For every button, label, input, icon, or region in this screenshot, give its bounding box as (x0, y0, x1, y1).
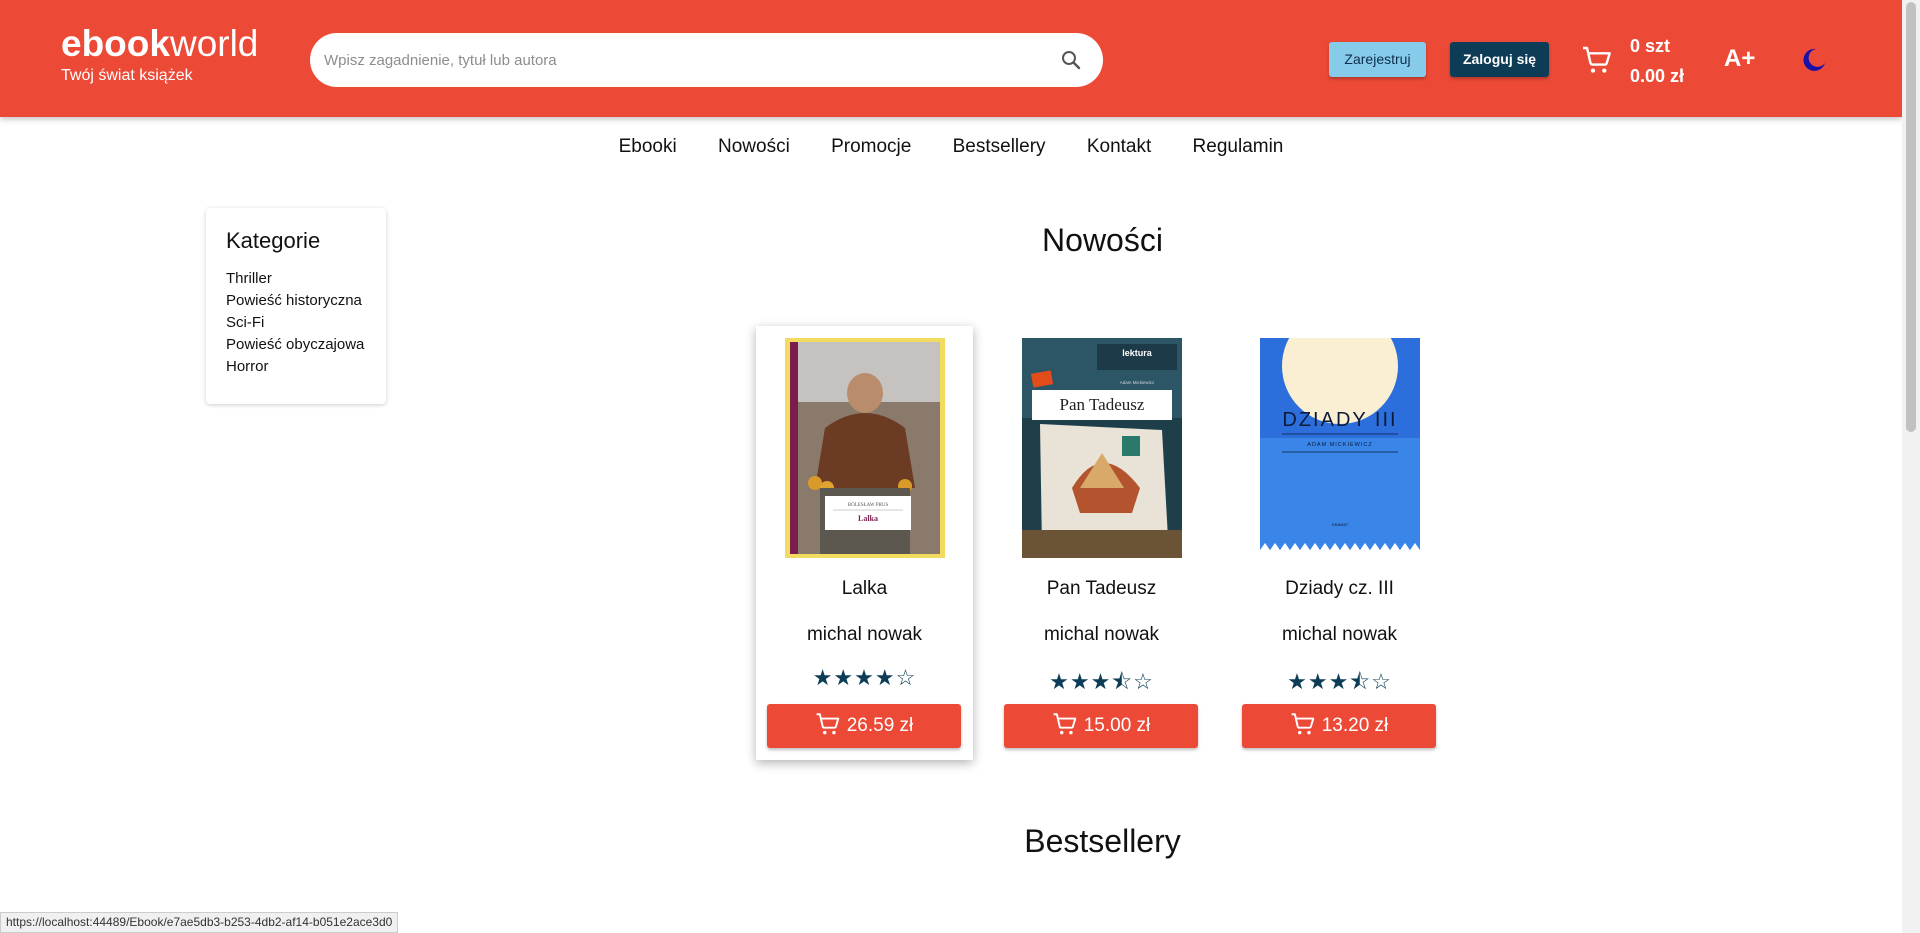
nav-item-regulamin[interactable]: Regulamin (1193, 136, 1284, 158)
section-title-bestsellers: Bestsellery (1024, 823, 1181, 859)
page: ebookworld Twój świat książek Zarejestru… (0, 0, 1920, 933)
cart-icon (1053, 713, 1076, 735)
search-bar (310, 33, 1103, 87)
status-bar-url: https://localhost:44489/Ebook/e7ae5db3-b… (0, 912, 399, 933)
book-cover-pan-tadeusz[interactable]: lektura Adam Mickiewicz Pan Tadeusz (1022, 338, 1182, 558)
svg-text:ADAM MICKIEWICZ: ADAM MICKIEWICZ (1307, 442, 1372, 448)
nav-item-bestsellery[interactable]: Bestsellery (953, 136, 1046, 158)
book-card[interactable]: lektura Adam Mickiewicz Pan Tadeusz Pan … (993, 326, 1210, 760)
category-horror[interactable]: Horror (226, 356, 366, 378)
svg-text:lektura: lektura (1122, 348, 1153, 358)
price-label: 13.20 zł (1321, 715, 1389, 736)
main-nav: Ebooki Nowości Promocje Bestsellery Kont… (0, 136, 1902, 158)
search-input[interactable] (324, 33, 1024, 87)
logo-tagline: Twój świat książek (61, 67, 193, 84)
add-to-cart-button[interactable]: 26.59 zł (767, 704, 961, 748)
top-header: ebookworld Twój świat książek Zarejestru… (0, 0, 1902, 117)
book-author: michal nowak (1043, 624, 1160, 645)
category-social[interactable]: Powieść obyczajowa (226, 334, 366, 356)
dark-mode-icon[interactable] (1799, 46, 1827, 74)
cart-total: 0.00 zł (1630, 66, 1685, 86)
font-size-button[interactable]: A+ (1724, 44, 1755, 74)
svg-text:Pan Tadeusz: Pan Tadeusz (1060, 395, 1145, 414)
logo-wordmark: ebookworld (61, 23, 259, 64)
nav-item-ebooki[interactable]: Ebooki (619, 136, 677, 158)
book-author: michal nowak (1281, 624, 1398, 645)
book-cover-dziady[interactable]: DZIADY III ADAM MICKIEWICZ DRAMAT (1260, 338, 1420, 558)
logo[interactable]: ebookworld Twój świat książek (61, 24, 258, 86)
category-scifi[interactable]: Sci-Fi (226, 312, 366, 334)
svg-text:Adam Mickiewicz: Adam Mickiewicz (1120, 380, 1155, 385)
cart-summary[interactable]: 0 szt 0.00 zł (1630, 31, 1684, 91)
register-button[interactable]: Zarejestruj (1329, 42, 1426, 77)
category-thriller[interactable]: Thriller (226, 268, 366, 290)
cart-count: 0 szt (1630, 36, 1671, 56)
svg-text:Lalka: Lalka (858, 514, 878, 523)
book-title[interactable]: Dziady cz. III (1231, 578, 1448, 600)
login-button[interactable]: Zaloguj się (1450, 42, 1549, 77)
book-author: michal nowak (806, 624, 923, 645)
nav-item-nowosci[interactable]: Nowości (718, 136, 790, 158)
book-card[interactable]: BOLESŁAW PRUS Lalka Lalka michal nowak ★… (756, 326, 973, 760)
scrollbar-thumb[interactable] (1906, 2, 1916, 432)
section-title-new: Nowości (1042, 222, 1163, 258)
vertical-scrollbar[interactable] (1902, 0, 1920, 933)
search-icon[interactable] (1059, 48, 1083, 72)
add-to-cart-button[interactable]: 13.20 zł (1242, 704, 1436, 748)
cart-icon (816, 713, 839, 735)
cart-icon (1291, 713, 1314, 735)
nav-item-kontakt[interactable]: Kontakt (1087, 136, 1151, 158)
book-cover-lalka[interactable]: BOLESŁAW PRUS Lalka (785, 338, 945, 558)
category-historical[interactable]: Powieść historyczna (226, 290, 366, 312)
rating-stars: ★★★⯪☆ (1049, 669, 1154, 694)
price-label: 15.00 zł (1083, 715, 1151, 736)
price-label: 26.59 zł (846, 715, 914, 736)
svg-text:DRAMAT: DRAMAT (1332, 522, 1349, 527)
svg-text:BOLESŁAW PRUS: BOLESŁAW PRUS (848, 503, 889, 508)
rating-stars: ★★★⯪☆ (1287, 669, 1392, 694)
book-title[interactable]: Lalka (756, 578, 973, 600)
rating-stars: ★★★★☆ (812, 665, 917, 690)
nav-item-promocje[interactable]: Promocje (831, 136, 911, 158)
book-card[interactable]: DZIADY III ADAM MICKIEWICZ DRAMAT Dziady… (1231, 326, 1448, 760)
svg-text:DZIADY III: DZIADY III (1282, 409, 1397, 431)
cart-icon[interactable] (1581, 44, 1613, 76)
book-title[interactable]: Pan Tadeusz (993, 578, 1210, 600)
add-to-cart-button[interactable]: 15.00 zł (1004, 704, 1198, 748)
